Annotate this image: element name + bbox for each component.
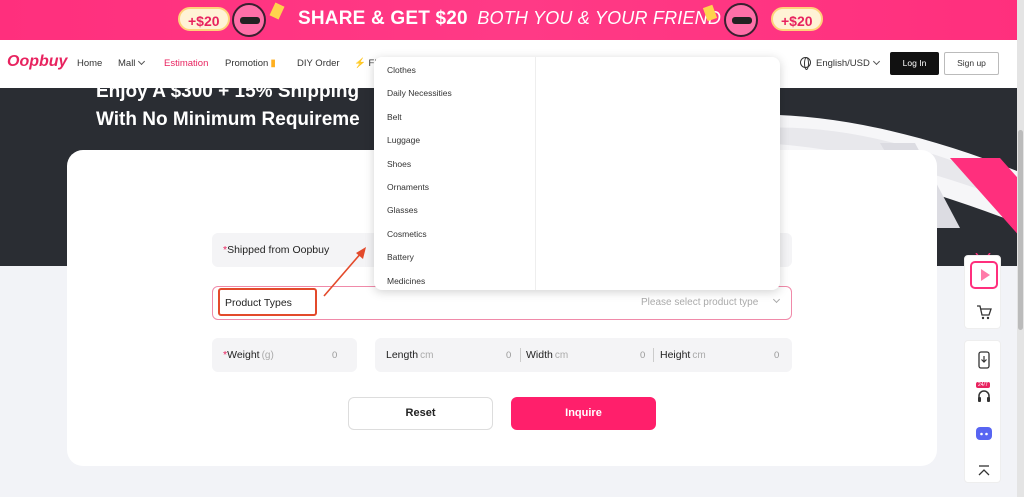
nav-mall[interactable]: Mall <box>118 57 146 69</box>
coin-badge-right: +$20 <box>771 7 823 31</box>
login-button[interactable]: Log In <box>890 52 939 75</box>
dimensions-field: Length cm 0 Width cm 0 Height cm 0 <box>375 338 792 372</box>
language-selector[interactable]: English/USD <box>800 57 880 70</box>
cat-mascot-icon <box>724 3 758 37</box>
dropdown-subcategory-panel <box>536 57 780 290</box>
app-download-button[interactable] <box>965 341 1002 378</box>
divider <box>653 348 654 362</box>
weight-field[interactable]: *Weight (g) 0 <box>212 338 357 372</box>
hero-title: Enjoy A $300 + 15% Shipping With No Mini… <box>96 88 360 134</box>
product-type-dropdown: Clothes Daily Necessities Belt Luggage S… <box>374 57 780 290</box>
scrollbar-thumb[interactable] <box>1018 130 1023 330</box>
flame-icon: ▮ <box>270 58 276 69</box>
product-types-placeholder: Please select product type <box>641 297 759 308</box>
confetti-icon <box>269 2 285 20</box>
support-badge: 24/7 <box>976 382 990 388</box>
discord-button[interactable] <box>965 415 1002 452</box>
list-item[interactable]: Daily Necessities <box>374 80 535 103</box>
height-value[interactable]: 0 <box>774 350 779 361</box>
weight-unit: (g) <box>261 350 274 361</box>
height-label: Height cm <box>660 349 706 361</box>
product-types-label: Product Types <box>218 288 317 316</box>
cart-icon <box>976 304 992 319</box>
signup-button[interactable]: Sign up <box>944 52 999 75</box>
bolt-icon: ⚡ <box>354 58 366 69</box>
list-item[interactable]: Battery <box>374 244 535 267</box>
list-item[interactable]: Belt <box>374 104 535 127</box>
width-label: Width cm <box>526 349 568 361</box>
support-button[interactable]: 24/7 <box>965 378 1002 415</box>
list-item[interactable]: Clothes <box>374 57 535 80</box>
shipped-from-label: *Shipped from Oopbuy <box>223 244 329 256</box>
live-stream-button[interactable] <box>965 256 1002 293</box>
width-unit: cm <box>554 350 569 361</box>
discord-icon <box>975 427 992 440</box>
list-item[interactable]: Medicines <box>374 268 535 290</box>
weight-label-text: Weight <box>227 349 260 361</box>
hero-title-line1: Enjoy A $300 + 15% Shipping <box>96 88 360 102</box>
back-to-top-button[interactable] <box>965 452 1002 489</box>
inquire-button[interactable]: Inquire <box>511 397 656 430</box>
nav-promotion[interactable]: Promotion ▮ <box>225 58 276 69</box>
length-value[interactable]: 0 <box>506 350 511 361</box>
divider <box>520 348 521 362</box>
nav-promotion-label: Promotion <box>225 58 269 69</box>
nav-home[interactable]: Home <box>77 58 102 69</box>
reset-button[interactable]: Reset <box>348 397 493 430</box>
nav-diy-order[interactable]: DIY Order <box>297 58 340 69</box>
list-item[interactable]: Ornaments <box>374 174 535 197</box>
promo-headline-sub: BOTH YOU & YOUR FRIEND <box>477 8 722 28</box>
list-item[interactable]: Shoes <box>374 151 535 174</box>
cat-mascot-icon <box>232 3 266 37</box>
play-tv-icon <box>969 260 998 289</box>
height-unit: cm <box>692 350 706 361</box>
weight-value: 0 <box>332 350 338 361</box>
width-label-text: Width <box>526 349 553 361</box>
headset-icon <box>977 389 990 402</box>
list-item[interactable]: Luggage <box>374 127 535 150</box>
side-toolbar-top <box>964 255 1001 329</box>
length-label: Length cm <box>386 349 433 361</box>
arrow-up-icon <box>978 464 989 475</box>
coin-badge-left: +$20 <box>178 7 230 31</box>
height-label-text: Height <box>660 349 691 361</box>
language-label: English/USD <box>816 58 870 69</box>
dropdown-category-list: Clothes Daily Necessities Belt Luggage S… <box>374 57 536 290</box>
length-label-text: Length <box>386 349 419 361</box>
length-unit: cm <box>420 350 434 361</box>
side-toolbar-bottom: 24/7 <box>964 340 1001 483</box>
cart-button[interactable] <box>965 293 1002 330</box>
promo-headline: SHARE & GET $20 BOTH YOU & YOUR FRIEND <box>298 8 721 30</box>
width-value[interactable]: 0 <box>640 350 645 361</box>
shipped-from-text: Shipped from Oopbuy <box>227 244 330 256</box>
list-item[interactable]: Glasses <box>374 197 535 220</box>
chevron-down-icon <box>872 57 880 66</box>
nav-estimation[interactable]: Estimation <box>164 58 208 69</box>
mobile-download-icon <box>977 350 990 369</box>
globe-icon <box>800 57 811 70</box>
weight-label: *Weight (g) <box>223 349 274 361</box>
promo-headline-main: SHARE & GET $20 <box>298 8 468 29</box>
nav-mall-label: Mall <box>118 58 136 69</box>
chevron-down-icon <box>138 57 146 66</box>
promo-banner[interactable]: +$20 SHARE & GET $20 BOTH YOU & YOUR FRI… <box>0 0 1024 40</box>
list-item[interactable]: Cosmetics <box>374 221 535 244</box>
logo[interactable]: Oopbuy <box>7 53 67 71</box>
hero-title-line2: With No Minimum Requireme <box>96 109 360 130</box>
